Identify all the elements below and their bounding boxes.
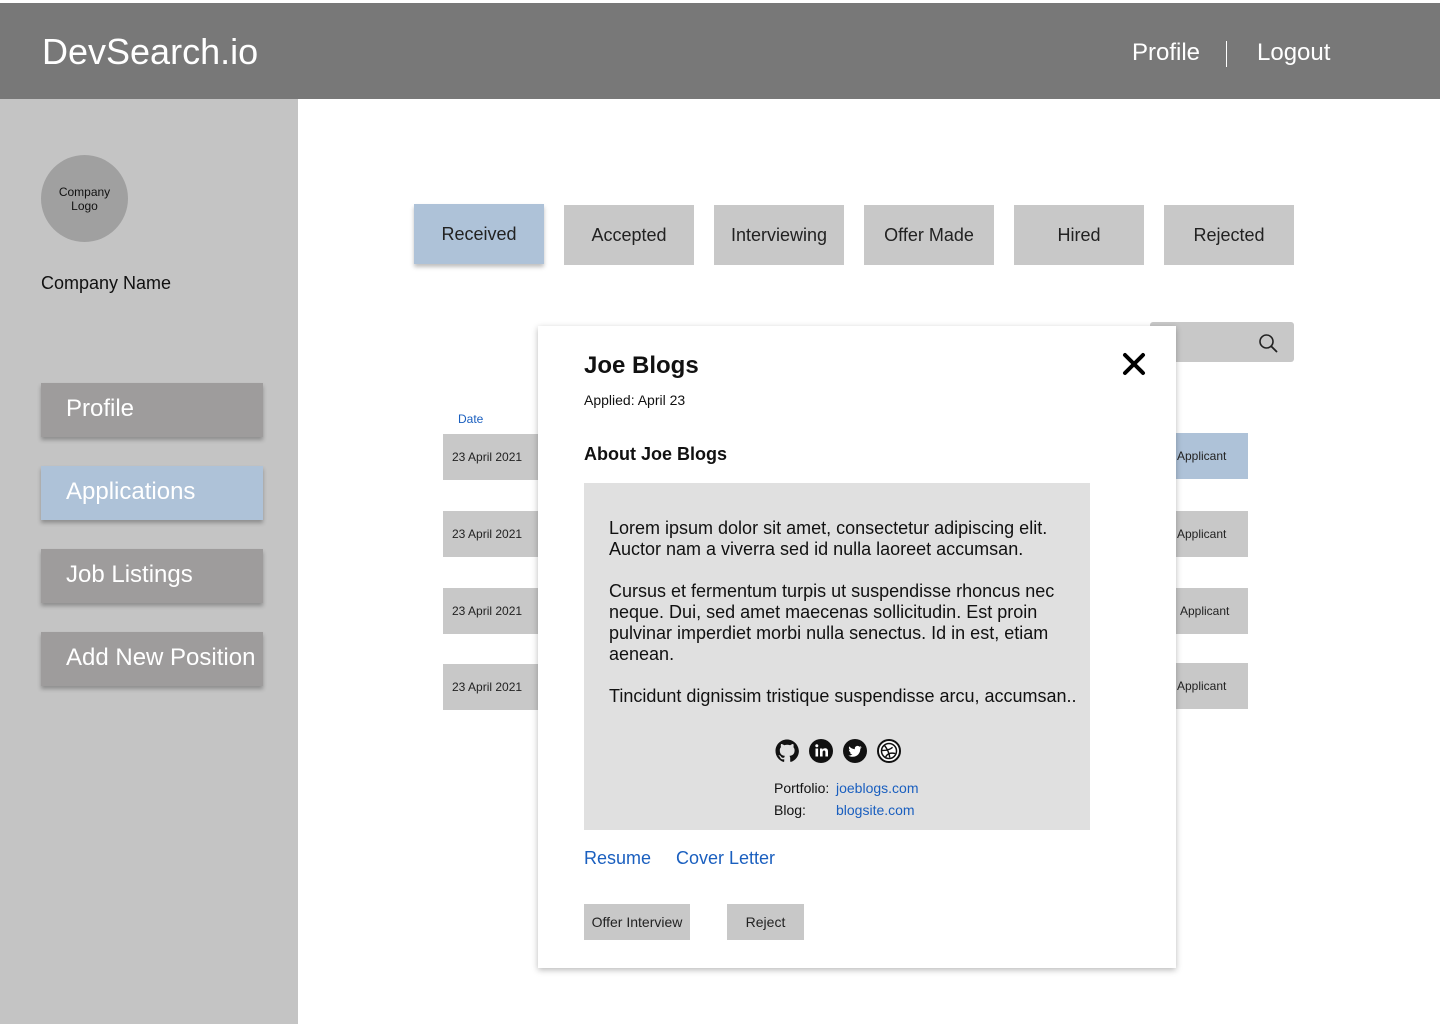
column-header-date[interactable]: Date — [458, 412, 483, 426]
sidebar-item-add-new-position[interactable]: Add New Position — [41, 632, 263, 686]
tab-offer-made[interactable]: Offer Made — [864, 205, 994, 265]
topnav-profile-link[interactable]: Profile — [1132, 39, 1200, 67]
portfolio-link[interactable]: joeblogs.com — [836, 780, 919, 796]
view-applicant-button[interactable]: Applicant — [1170, 511, 1248, 557]
offer-interview-button[interactable]: Offer Interview — [584, 904, 690, 940]
github-icon[interactable] — [774, 738, 800, 764]
applicant-detail-modal: Joe Blogs Applied: April 23 About Joe Bl… — [538, 326, 1176, 968]
reject-button[interactable]: Reject — [727, 904, 804, 940]
topnav-logout-link[interactable]: Logout — [1257, 39, 1330, 67]
table-row-date: 23 April 2021 — [443, 664, 539, 710]
cover-letter-link[interactable]: Cover Letter — [676, 848, 775, 869]
applicant-name: Joe Blogs — [584, 352, 699, 379]
tab-received[interactable]: Received — [414, 204, 544, 264]
sidebar-item-profile[interactable]: Profile — [41, 383, 263, 437]
table-row-date: 23 April 2021 — [443, 434, 539, 480]
about-paragraph: Cursus et fermentum turpis ut suspendiss… — [609, 581, 1055, 664]
tab-interviewing[interactable]: Interviewing — [714, 205, 844, 265]
about-panel: Lorem ipsum dolor sit amet, consectetur … — [584, 483, 1090, 830]
search-icon[interactable] — [1258, 333, 1278, 353]
tab-rejected[interactable]: Rejected — [1164, 205, 1294, 265]
table-row-date: 23 April 2021 — [443, 588, 539, 634]
about-paragraph: Tincidunt dignissim tristique suspendiss… — [609, 686, 1077, 706]
tab-accepted[interactable]: Accepted — [564, 205, 694, 265]
topnav-divider — [1226, 41, 1227, 67]
about-heading: About Joe Blogs — [584, 444, 727, 464]
portfolio-label: Portfolio: — [774, 780, 830, 796]
company-name: Company Name — [41, 273, 172, 293]
view-applicant-button[interactable]: Applicant — [1170, 588, 1248, 634]
about-paragraph: Lorem ipsum dolor sit amet, consectetur … — [609, 518, 1048, 559]
close-icon[interactable] — [1120, 350, 1148, 378]
blog-link[interactable]: blogsite.com — [836, 802, 915, 818]
brand-logo-text[interactable]: DevSearch.io — [42, 31, 258, 73]
view-applicant-button[interactable]: Applicant — [1170, 663, 1248, 709]
blog-label: Blog: — [774, 802, 806, 818]
twitter-icon[interactable] — [842, 738, 868, 764]
top-header: DevSearch.io Profile Logout — [0, 3, 1440, 99]
tab-hired[interactable]: Hired — [1014, 205, 1144, 265]
dribbble-icon[interactable] — [876, 738, 902, 764]
table-row-date: 23 April 2021 — [443, 511, 539, 557]
resume-link[interactable]: Resume — [584, 848, 651, 869]
company-logo: Company Logo — [41, 155, 128, 242]
view-applicant-button[interactable]: Applicant — [1170, 433, 1248, 479]
linkedin-icon[interactable] — [808, 738, 834, 764]
sidebar-item-job-listings[interactable]: Job Listings — [41, 549, 263, 603]
social-links — [774, 738, 902, 764]
applied-date: Applied: April 23 — [584, 392, 686, 408]
sidebar-item-applications[interactable]: Applications — [41, 466, 263, 520]
sidebar: Company Logo Company Name Profile Applic… — [0, 99, 298, 1024]
